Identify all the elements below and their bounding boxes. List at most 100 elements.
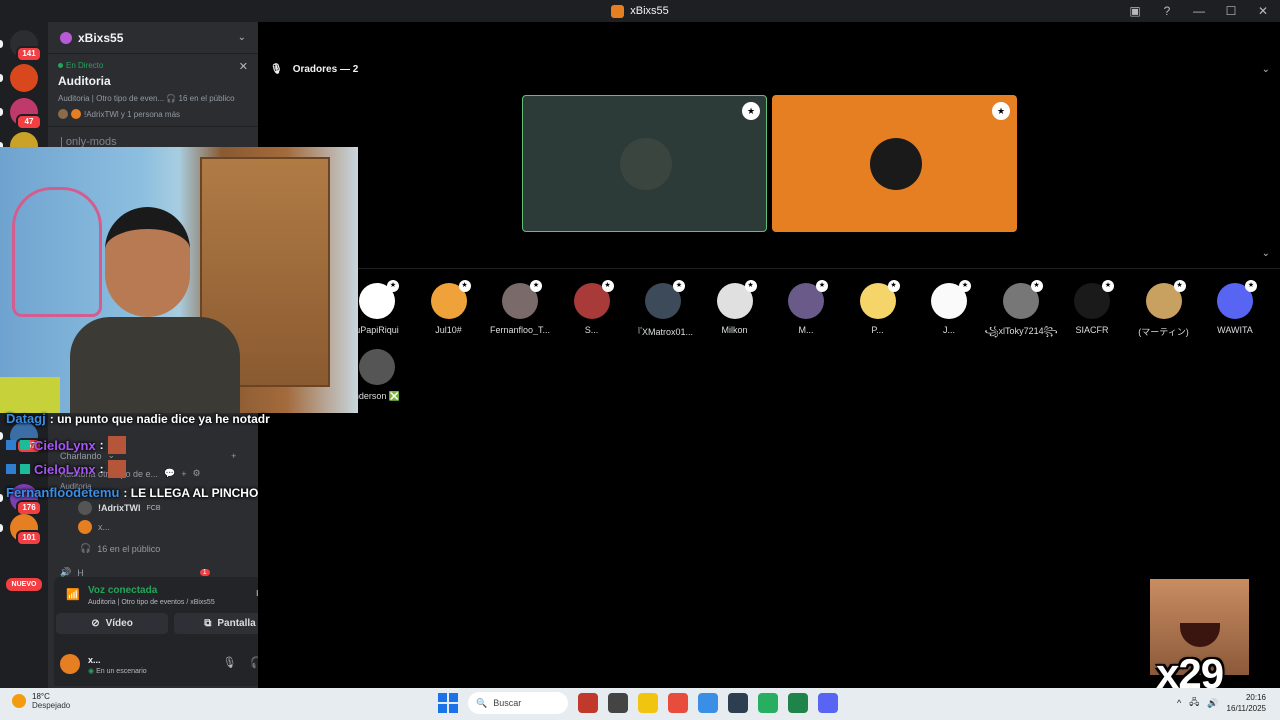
user-status-text: En un escenario [96,668,147,675]
speaker-tile[interactable]: ★ [522,95,767,232]
streamer [70,207,240,413]
chevron-down-icon[interactable]: ⌄ [1262,248,1270,259]
audience-member[interactable]: ★ Jul10# [413,280,485,335]
audience-member[interactable]: ★ 『XMatrox01... [627,280,699,338]
chat-text: : LE LLEGA AL PINCHO [123,485,259,500]
moderator-icon: ★ [742,102,760,120]
moderator-icon: ★ [601,280,614,292]
vc-member[interactable]: x... [78,520,110,534]
chevron-up-icon[interactable]: ^ [1177,698,1181,708]
unread-badge: 47 [16,114,42,130]
chevron-down-icon[interactable]: ⌄ [1262,64,1270,75]
chat-emote [107,436,126,454]
search-box[interactable]: 🔍 Buscar [468,692,568,714]
server-icon[interactable] [10,64,38,92]
chat-icon[interactable]: 💬 [164,468,175,479]
moderator-icon: ★ [458,280,471,292]
weather-text: 18°C Despejado [32,692,70,710]
window-title-text: xBixs55 [630,5,669,17]
live-label: En Directo [66,61,104,70]
taskbar-app-icon[interactable] [758,693,778,713]
weather-temp: 18°C [32,692,50,701]
avatar: ★ [1145,280,1186,319]
taskbar-app-icon[interactable] [698,693,718,713]
audience-member[interactable]: ★ ꧁xlToky7214꧂... [985,280,1057,343]
audience-member[interactable]: ★ S... [556,280,628,335]
taskbar-app-icon[interactable] [668,693,688,713]
audience-member[interactable]: ★ Milkon [699,280,771,335]
help-icon[interactable]: ? [1160,4,1174,18]
event-people-text: !AdrixTWl y 1 persona más [84,109,181,119]
user-name[interactable]: x... [88,655,101,665]
audience-member[interactable]: ★ Fernanfloo_T... [484,280,556,335]
vc-audience[interactable]: 🎧 16 en el público [80,543,160,554]
volume-icon[interactable]: 🔊 [1207,698,1218,709]
voice-connected-title[interactable]: Voz conectada [88,585,157,596]
server-icon[interactable]: 141 [10,30,42,62]
weather-widget[interactable]: 18°C Despejado [12,692,70,710]
start-button[interactable] [438,693,458,713]
clock[interactable]: 20:16 16/11/2025 [1227,692,1266,714]
avatar: ★ [1074,280,1114,319]
moderator-icon: ★ [992,102,1010,120]
unread-badge: 141 [16,46,42,62]
taskbar-app-icon[interactable] [728,693,748,713]
close-button[interactable]: ✕ [1256,4,1270,18]
chat-message: CieloLynx: [6,460,126,478]
streamer-body [70,317,240,413]
clock-date: 16/11/2025 [1226,704,1266,713]
avatar: ★ [716,280,757,319]
video-button[interactable]: ⊘ Vídeo [56,613,168,634]
window-controls: ▣ ? — ☐ ✕ [1128,0,1270,22]
server-icon[interactable]: 101 [10,514,42,546]
moderator-icon: ★ [816,280,828,292]
unread-pill [0,494,3,502]
server-icon[interactable]: 47 [10,98,42,130]
close-icon[interactable]: ✕ [239,60,248,73]
add-user-icon[interactable]: + [181,469,186,479]
inbox-icon[interactable]: ▣ [1128,4,1142,18]
chat-text: : [99,462,104,476]
chevron-down-icon[interactable]: ⌄ [238,32,246,43]
chat-text: : un punto que nadie dice ya he notadr [49,411,270,426]
taskbar-app-icon[interactable] [578,693,598,713]
speakers-heading-text: Oradores — 2 [292,64,359,75]
unread-pill [0,524,3,532]
audience-member[interactable]: ★ (マーティン) [1128,280,1200,338]
screen-label: Pantalla [217,618,256,629]
moderator-icon: ★ [673,280,685,292]
maximize-button[interactable]: ☐ [1224,4,1238,18]
speaker-tile[interactable]: ★ [772,95,1017,232]
server-header[interactable]: xBixs55 ⌄ [48,22,258,54]
audience-name: S... [584,325,599,335]
avatar[interactable] [60,654,80,674]
chat-nick: CieloLynx [34,437,96,453]
audience-member[interactable]: ★ J... [913,280,985,335]
search-placeholder: Buscar [493,698,522,708]
taskbar-app-icon[interactable] [818,693,838,713]
audience-member[interactable]: ★ M... [770,280,842,335]
vc-member[interactable]: !AdrixTWl FCB [78,501,161,515]
sun-icon [12,694,26,708]
gear-icon[interactable]: ⚙ [193,468,201,479]
signal-icon[interactable]: 📶 [66,588,80,601]
moderator-icon: ★ [744,280,757,292]
voice-connected-subtitle[interactable]: Auditoria | Otro tipo de eventos / xBixs… [88,599,215,606]
taskbar-app-icon[interactable] [788,693,808,713]
taskbar-app-icon[interactable] [608,693,628,713]
avatar [870,138,922,190]
audience-name: Jul10# [435,325,462,335]
avatar: ★ [788,280,828,319]
audience-member[interactable]: ★ WAWITA [1199,280,1271,335]
microphone-icon[interactable]: 🎙 [222,656,236,669]
avatar [58,109,68,119]
add-channel-icon[interactable]: + [231,451,236,461]
network-icon[interactable]: 🖧 [1189,695,1199,711]
audience-member[interactable]: ★ P... [842,280,914,335]
audience-member[interactable]: ★ SIACFR [1056,280,1128,335]
live-event-card[interactable]: En Directo Auditoria Auditoria | Otro ti… [48,55,258,127]
minimize-button[interactable]: — [1192,4,1206,18]
taskbar-app-icon[interactable] [638,693,658,713]
event-people: !AdrixTWl y 1 persona más [58,109,248,119]
chat-text: : [99,438,104,452]
